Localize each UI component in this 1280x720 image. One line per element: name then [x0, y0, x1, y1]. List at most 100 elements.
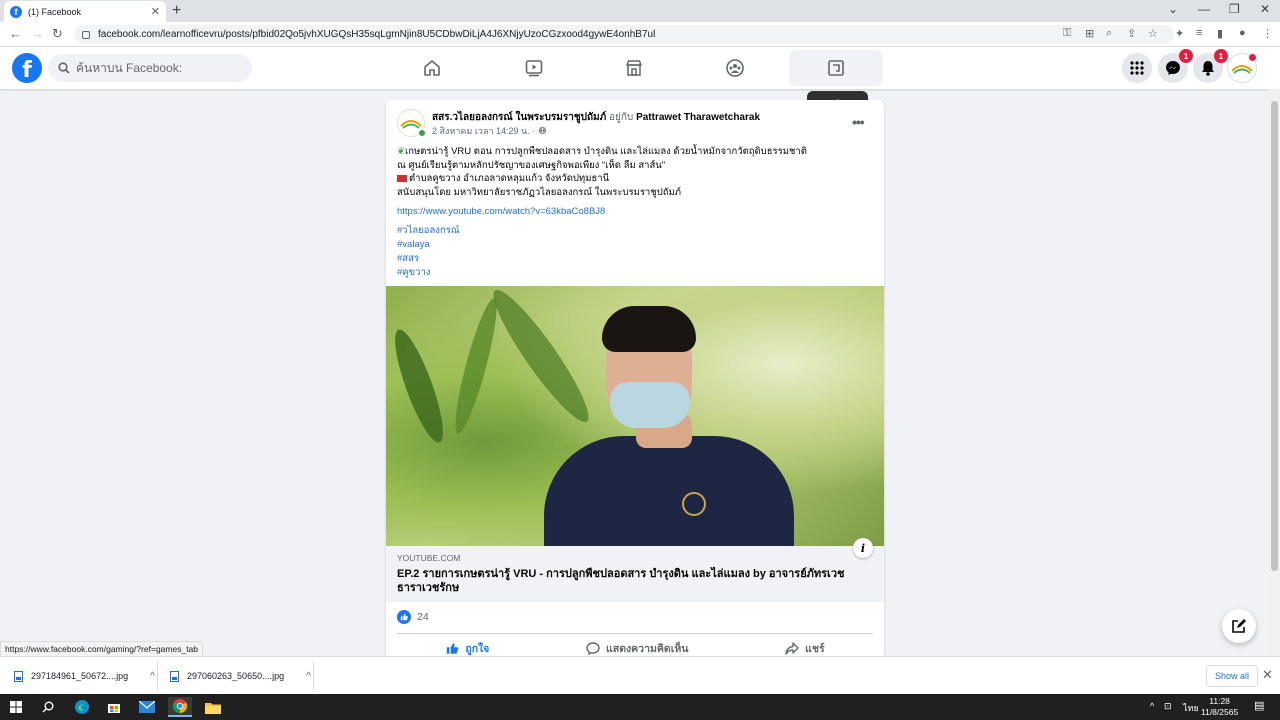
post-author-line: สสร.วไลยอลงกรณ์ ในพระบรมราชูปถัมภ์ อยู่ก…	[432, 110, 760, 125]
youtube-link[interactable]: https://www.youtube.com/watch?v=63kbaCo8…	[397, 206, 605, 217]
nav-gaming[interactable]	[789, 50, 883, 86]
foliage	[386, 325, 452, 447]
post-author-name[interactable]: สสร.วไลยอลงกรณ์ ในพระบรมราชูปถัมภ์	[432, 112, 606, 123]
edge-taskbar-button[interactable]	[70, 697, 94, 717]
hashtag-list: #วไลยอลงกรณ์ #valaya #สสร #คูขวาง	[397, 224, 460, 280]
image-file-icon	[14, 670, 23, 682]
url-text: facebook.com/learnofficevru/posts/pfbid0…	[98, 29, 656, 40]
key-icon[interactable]: ⚿	[1063, 27, 1071, 40]
share-button[interactable]: แชร์	[785, 640, 825, 657]
info-icon[interactable]: i	[853, 538, 873, 558]
messenger-button[interactable]: 1	[1158, 49, 1193, 83]
post-timestamp[interactable]: 2 สิงหาคม เวลา 14:29 น. ·	[432, 124, 547, 138]
nav-watch[interactable]	[487, 50, 581, 86]
omnibox[interactable]: facebook.com/learnofficevru/posts/pfbid0…	[74, 25, 1174, 44]
minimize-icon[interactable]: —	[1198, 2, 1210, 16]
post-more-options-icon[interactable]: •••	[852, 114, 865, 130]
extensions-icon[interactable]: ✦	[1175, 27, 1184, 40]
flag-icon	[397, 174, 407, 182]
close-shelf-icon[interactable]: ✕	[1262, 667, 1273, 683]
with-text: อยู่กับ	[609, 112, 634, 123]
chrome-icon	[172, 699, 188, 714]
reading-list-icon[interactable]: ≡	[1196, 27, 1202, 39]
menu-grid-icon	[1130, 61, 1144, 75]
show-all-downloads-button[interactable]: Show all	[1206, 665, 1259, 687]
bookmark-star-icon[interactable]: ☆	[1148, 27, 1158, 40]
notifications-button[interactable]: 1	[1193, 49, 1228, 83]
side-panel-icon[interactable]: ▮	[1217, 27, 1223, 40]
mail-taskbar-button[interactable]	[135, 697, 159, 717]
tab-search-icon[interactable]: ⌄	[1168, 2, 1178, 16]
hashtag[interactable]: #valaya	[397, 238, 460, 252]
input-language[interactable]: ไทย	[1183, 701, 1199, 715]
watch-video-icon	[525, 60, 543, 77]
notification-center-icon[interactable]: ▤	[1254, 699, 1264, 712]
taskbar-clock[interactable]: 11:28 11/8/2565	[1201, 696, 1238, 718]
reload-icon[interactable]: ↻	[52, 26, 63, 42]
download-item[interactable]: 297060263_50650....jpg ^	[170, 665, 311, 687]
post-line-4: สนับสนุนโดย มหาวิทยาลัยราชภัฏวไลยอลงกรณ์…	[397, 186, 682, 198]
mail-icon	[139, 701, 155, 713]
download-filename: 297060263_50650....jpg	[187, 671, 285, 681]
nav-groups[interactable]	[688, 50, 782, 86]
like-button[interactable]: ถูกใจ	[445, 640, 489, 657]
tab-close-icon[interactable]: ✕	[151, 5, 160, 18]
link-preview[interactable]: YOUTUBE.COM EP.2 รายการเกษตรน่ารู้ VRU -…	[386, 546, 884, 602]
download-options-icon[interactable]: ^	[150, 671, 155, 682]
tagged-person[interactable]: Pattrawet Tharawetcharak	[636, 112, 760, 123]
clock-time: 11:28	[1209, 696, 1230, 706]
video-thumbnail[interactable]	[386, 286, 884, 546]
search-taskbar-button[interactable]	[36, 697, 60, 717]
share-label: แชร์	[805, 643, 825, 655]
chrome-menu-icon[interactable]: ⋮	[1262, 27, 1273, 40]
divider	[157, 661, 158, 691]
search-icon	[42, 701, 54, 713]
menu-button[interactable]	[1122, 53, 1152, 83]
browser-tab-facebook[interactable]: f (1) Facebook ✕	[4, 1, 166, 22]
reaction-summary[interactable]: 24	[397, 610, 429, 624]
back-icon[interactable]: ←	[9, 26, 22, 41]
start-button[interactable]	[4, 697, 28, 717]
messenger-icon	[1166, 61, 1180, 75]
download-options-icon[interactable]: ^	[306, 671, 311, 682]
new-tab-icon[interactable]: +	[172, 2, 181, 20]
zoom-icon[interactable]: ⌕	[1106, 27, 1112, 40]
download-item[interactable]: 297184961_50672....jpg ^	[14, 665, 155, 687]
page-scrollbar[interactable]	[1269, 89, 1280, 655]
profile-icon[interactable]: ●	[1239, 27, 1246, 39]
new-message-button[interactable]	[1222, 609, 1256, 643]
file-explorer-taskbar-button[interactable]	[201, 697, 225, 717]
facebook-favicon-icon: f	[10, 5, 22, 18]
share-icon[interactable]: ⇪	[1127, 27, 1136, 40]
store-taskbar-button[interactable]	[102, 697, 126, 717]
notifications-badge: 1	[1214, 49, 1228, 63]
translate-icon[interactable]: ⊞	[1085, 27, 1094, 40]
hashtag[interactable]: #วไลยอลงกรณ์	[397, 224, 460, 238]
post-line-1: เกษตรน่ารู้ VRU ตอน การปลูกพืชปลอดสาร บำ…	[404, 146, 807, 157]
post-card: สสร.วไลยอลงกรณ์ ในพระบรมราชูปถัมภ์ อยู่ก…	[386, 100, 884, 660]
hashtag[interactable]: #สสร	[397, 252, 460, 266]
forward-icon[interactable]: →	[31, 26, 44, 41]
shirt-emblem	[682, 492, 706, 516]
divider	[313, 661, 314, 691]
search-box[interactable]	[48, 54, 252, 82]
close-window-icon[interactable]: ✕	[1260, 2, 1270, 16]
account-avatar[interactable]	[1227, 53, 1257, 83]
tray-chevron-icon[interactable]: ^	[1150, 701, 1154, 711]
facebook-header: f 1 1	[0, 47, 1280, 89]
nav-marketplace[interactable]	[587, 50, 681, 86]
restore-icon[interactable]: ❐	[1229, 2, 1240, 16]
chrome-taskbar-button[interactable]	[168, 697, 192, 717]
comment-button[interactable]: แสดงความคิดเห็น	[586, 640, 688, 657]
thumbs-up-icon	[447, 643, 459, 654]
hashtag[interactable]: #คูขวาง	[397, 266, 460, 280]
scrollbar-thumb[interactable]	[1271, 101, 1278, 571]
browser-tab-strip: f (1) Facebook ✕ + ⌄ — ❐ ✕	[0, 0, 1280, 22]
lock-icon	[82, 30, 90, 39]
compose-icon	[1232, 619, 1246, 633]
network-icon[interactable]: ⊡	[1164, 701, 1172, 712]
search-input[interactable]	[76, 61, 236, 75]
nav-home[interactable]	[385, 50, 479, 86]
facebook-logo-icon[interactable]: f	[12, 53, 42, 83]
online-status-dot	[418, 129, 426, 137]
